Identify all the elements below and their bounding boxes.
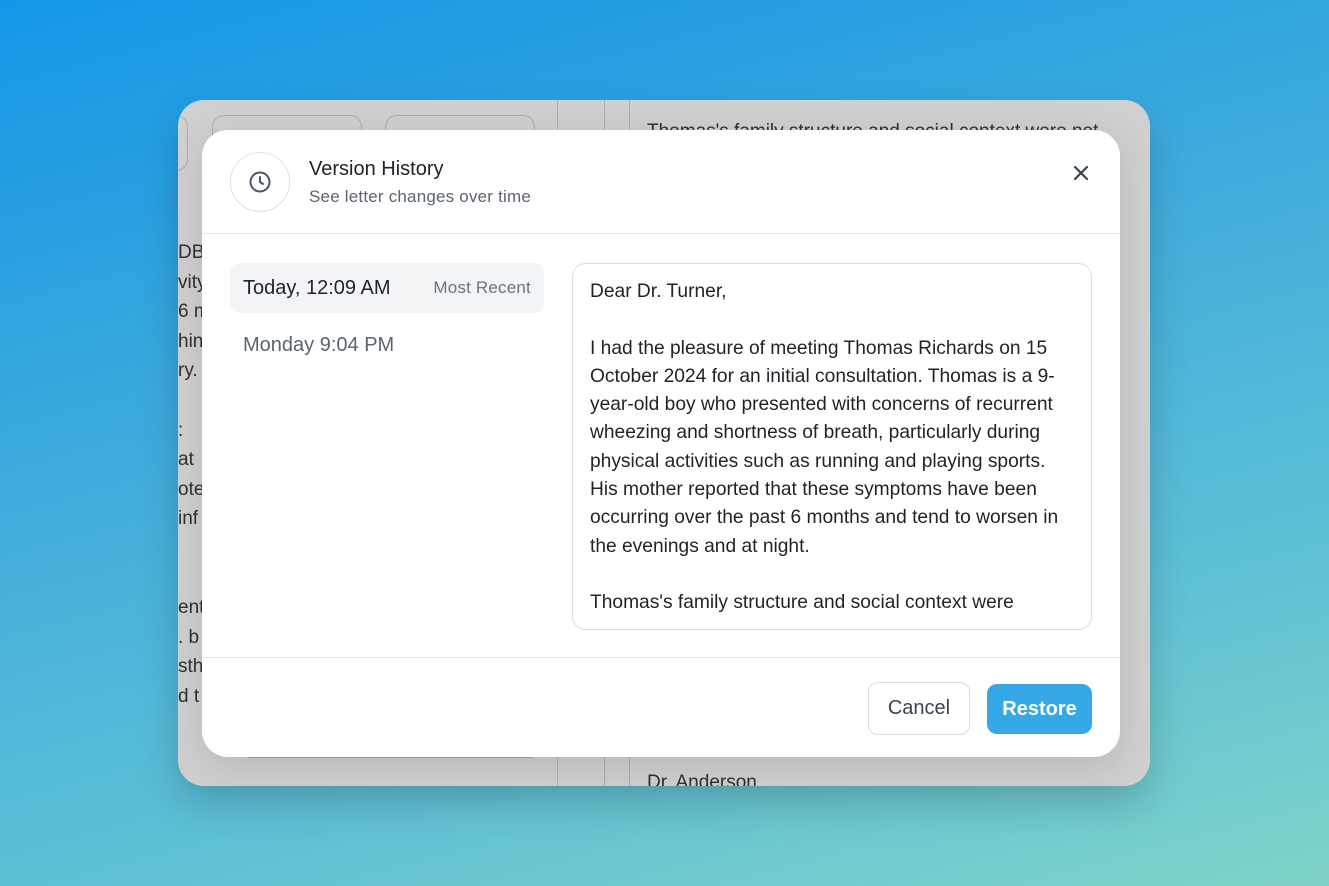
version-item-monday[interactable]: Monday 9:04 PM <box>230 320 544 370</box>
version-history-modal: Version History See letter changes over … <box>202 130 1120 757</box>
version-list: Today, 12:09 AM Most Recent Monday 9:04 … <box>230 263 544 377</box>
close-icon <box>1073 165 1089 181</box>
close-button[interactable] <box>1068 160 1094 186</box>
letter-text: Dear Dr. Turner, I had the pleasure of m… <box>590 278 1074 618</box>
modal-body: Today, 12:09 AM Most Recent Monday 9:04 … <box>202 235 1120 657</box>
version-time: Today, 12:09 AM <box>243 276 391 299</box>
cancel-button[interactable]: Cancel <box>868 682 970 735</box>
clock-icon <box>230 152 290 212</box>
letter-salutation: Dear Dr. Turner, <box>590 281 727 302</box>
version-item-most-recent[interactable]: Today, 12:09 AM Most Recent <box>230 263 544 313</box>
version-time: Monday 9:04 PM <box>243 333 395 356</box>
modal-title: Version History <box>309 158 444 180</box>
most-recent-badge: Most Recent <box>433 278 531 297</box>
modal-header: Version History See letter changes over … <box>202 130 1120 234</box>
restore-button[interactable]: Restore <box>987 684 1092 734</box>
letter-preview[interactable]: Dear Dr. Turner, I had the pleasure of m… <box>572 263 1092 630</box>
modal-subtitle: See letter changes over time <box>309 187 531 206</box>
modal-footer: Cancel Restore <box>202 657 1120 757</box>
letter-paragraph: I had the pleasure of meeting Thomas Ric… <box>590 337 1059 557</box>
letter-paragraph: Thomas's family structure and social con… <box>590 592 1014 614</box>
